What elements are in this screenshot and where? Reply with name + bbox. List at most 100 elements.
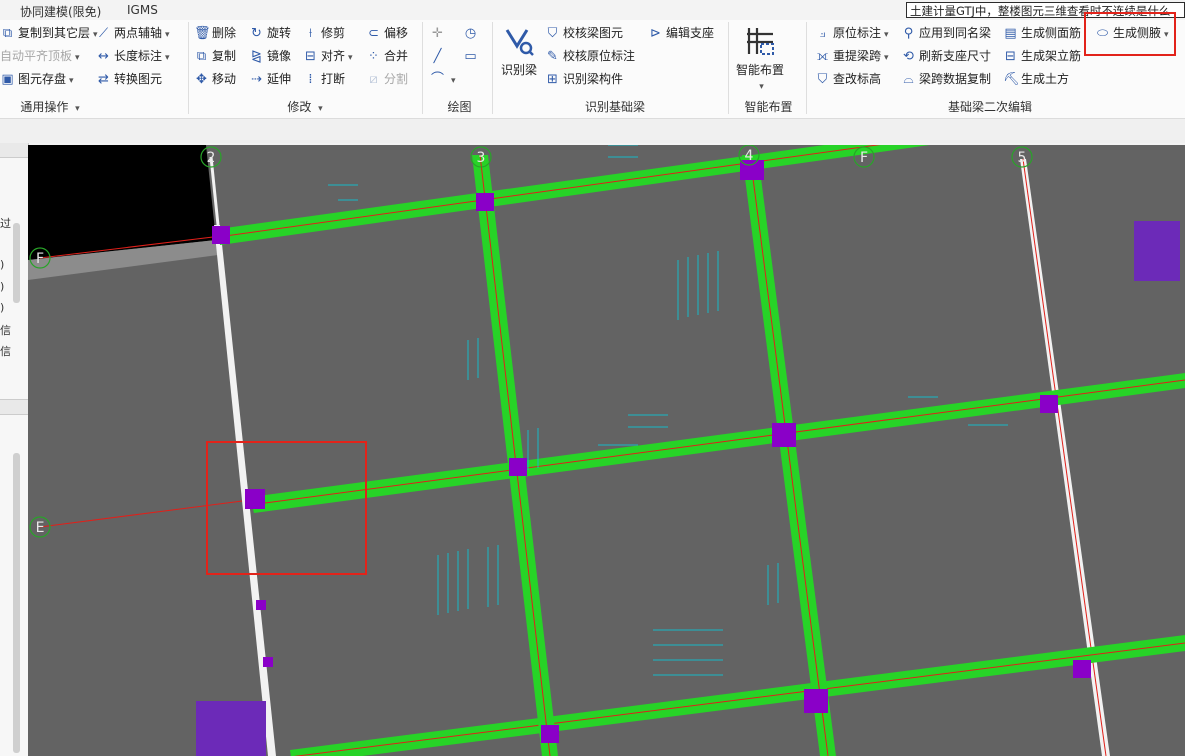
group-label-smart: 智能布置 <box>744 100 793 114</box>
panel-text: 信 <box>0 345 11 358</box>
panel-scrollbar-2[interactable] <box>13 453 20 753</box>
merge-icon: ⁘ <box>368 49 379 64</box>
break-icon: ⁞ <box>308 72 313 87</box>
identify-beam-member-button[interactable]: ⊞ 识别梁构件 <box>545 69 623 89</box>
offset-icon: ⊂ <box>368 26 379 41</box>
orig-mark-icon: ⟓ <box>819 26 826 41</box>
move-icon: ✥ <box>196 72 207 87</box>
save-element-button[interactable]: ▣ 图元存盘 ▾ <box>0 69 73 89</box>
split-icon: ⧄ <box>369 72 378 87</box>
plan-drawing[interactable]: 2 3 4 F 5 F E <box>28 145 1185 756</box>
separator <box>188 22 189 114</box>
menu-igms[interactable]: IGMS <box>127 3 158 17</box>
gen-earthwork-button[interactable]: ⛏生成土方 <box>1003 69 1069 89</box>
copy-button[interactable]: ⧉ 复制 <box>194 46 236 66</box>
copy-span-data-button[interactable]: ⌓ 梁跨数据复制 <box>901 69 991 89</box>
axis-label-4: 4 <box>745 148 754 164</box>
mirror-button[interactable]: ⧎ 镜像 <box>249 46 291 66</box>
edit-support-button[interactable]: ⊳ 编辑支座 <box>648 23 714 43</box>
trim-icon: ⟊ <box>308 26 313 41</box>
apply-icon: ⚲ <box>903 26 914 41</box>
draw-line-button[interactable]: ╱ <box>430 46 448 66</box>
menu-collab[interactable]: 协同建模(限免) <box>20 3 101 20</box>
orig-mark-button[interactable]: ⟓ 原位标注 ▾ <box>815 23 888 43</box>
delete-button[interactable]: 🗑删除 <box>194 23 236 43</box>
earthwork-icon: ⛏ <box>1003 72 1020 87</box>
line-icon: ╱ <box>433 49 442 64</box>
separator <box>422 22 423 114</box>
axis-label-5: 5 <box>1018 150 1027 166</box>
span-icon: ⟗ <box>816 49 829 64</box>
axis-label-e: E <box>36 520 45 536</box>
identify-beam-button[interactable]: 识别梁 <box>496 24 542 78</box>
copy-icon: ⧉ <box>196 49 207 64</box>
break-button[interactable]: ⁞ 打断 <box>303 69 345 89</box>
merge-button[interactable]: ⁘ 合并 <box>366 46 408 66</box>
left-panel: 过 ) ) ) 信 信 <box>0 143 29 756</box>
selection-highlight-box <box>206 441 367 575</box>
trim-button[interactable]: ⟊ 修剪 <box>303 23 345 43</box>
smart-layout-button[interactable]: 智能布置 ▾ <box>732 24 788 92</box>
trash-icon: 🗑 <box>194 26 211 41</box>
highlight-gen-haunch <box>1084 12 1176 56</box>
length-mark-button[interactable]: ↔ 长度标注 ▾ <box>96 46 170 66</box>
check-beam-button[interactable]: ⛉ 校核梁图元 <box>545 23 623 43</box>
group-label-recognize: 识别基础梁 <box>584 100 645 114</box>
rotate-button[interactable]: ↻ 旋转 <box>249 23 291 43</box>
support-icon: ⊳ <box>650 26 661 41</box>
draw-arc-button[interactable]: ⌒ ▾ <box>430 69 456 89</box>
extend-button[interactable]: ⇢ 延伸 <box>249 69 291 89</box>
panel-header-2[interactable] <box>0 399 28 415</box>
rotate-icon: ↻ <box>251 26 262 41</box>
auto-align-top-button[interactable]: 自动平齐顶板 ▾ <box>0 46 80 66</box>
smart-layout-icon <box>747 28 774 55</box>
check-beam-icon: ⛉ <box>547 26 558 41</box>
convert-element-button[interactable]: ⇄ 转换图元 <box>96 69 162 89</box>
extend-icon: ⇢ <box>251 72 262 87</box>
frame-rebar-icon: ⊟ <box>1005 49 1016 64</box>
align-button[interactable]: ⊟ 对齐 ▾ <box>303 46 353 66</box>
group-label-general: 通用操作 ▾ <box>20 100 80 114</box>
point-icon: ✛ <box>432 26 443 41</box>
axis-label-3: 3 <box>477 150 486 166</box>
mirror-icon: ⧎ <box>251 49 262 64</box>
group-label-draw: 绘图 <box>447 100 472 114</box>
move-button[interactable]: ✥ 移动 <box>194 69 236 89</box>
split-button[interactable]: ⧄ 分割 <box>366 69 408 89</box>
drawing-canvas[interactable]: 2 3 4 F 5 F E <box>28 145 1185 756</box>
draw-rect-button[interactable]: ▭ <box>463 46 481 66</box>
gen-frame-rebar-button[interactable]: ⊟ 生成架立筋 <box>1003 46 1081 66</box>
axis-label-2: 2 <box>207 150 216 166</box>
two-point-axis-button[interactable]: ⟋ 两点辅轴 ▾ <box>96 23 170 43</box>
copy-layer-icon: ⧉ <box>2 26 13 41</box>
panel-text: 信 <box>0 324 11 337</box>
refresh-support-button[interactable]: ⟲ 刷新支座尺寸 <box>901 46 991 66</box>
black-region <box>28 145 216 260</box>
ribbon-toolbar: ⧉ 复制到其它层 ▾ 自动平齐顶板 ▾ ▣ 图元存盘 ▾ 通用操作 ▾ ⟋ 两点辅轴 ▾ ↔ 长… <box>0 20 1185 119</box>
re-span-button[interactable]: ⟗ 重提梁跨 ▾ <box>815 46 889 66</box>
panel-header[interactable] <box>0 143 28 158</box>
draw-point-button[interactable]: ✛ <box>430 23 448 43</box>
elev-icon: ⛉ <box>817 72 828 87</box>
rotate-point-icon: ◷ <box>464 26 477 41</box>
group-label-secondary: 基础梁二次编辑 <box>947 100 1032 114</box>
check-orig-mark-button[interactable]: ✎ 校核原位标注 <box>545 46 635 66</box>
offset-button[interactable]: ⊂ 偏移 <box>366 23 408 43</box>
convert-icon: ⇄ <box>98 72 109 87</box>
side-rebar-icon: ▤ <box>1004 26 1017 41</box>
rect-icon: ▭ <box>464 49 477 64</box>
panel-text: ) <box>0 280 5 293</box>
top-menu-bar: 协同建模(限免) IGMS 土建计量GTJ中，整楼图元三维查看时不连续是什么 <box>0 0 1185 20</box>
group-label-modify: 修改 ▾ <box>287 100 323 114</box>
gen-side-rebar-button[interactable]: ▤ 生成侧面筋 <box>1003 23 1081 43</box>
check-elev-button[interactable]: ⛉ 查改标高 <box>815 69 881 89</box>
sub-toolbar <box>0 119 1185 143</box>
axis-label-f2: F <box>860 150 868 166</box>
refresh-icon: ⟲ <box>903 49 914 64</box>
copy-to-layer-button[interactable]: ⧉ 复制到其它层 ▾ <box>0 23 98 43</box>
apply-same-name-button[interactable]: ⚲ 应用到同名梁 <box>901 23 991 43</box>
axis-icon: ⟋ <box>98 26 109 41</box>
draw-rotate-point-button[interactable]: ◷ <box>463 23 481 43</box>
panel-scrollbar[interactable] <box>13 223 20 303</box>
panel-text: 过 <box>0 217 11 230</box>
